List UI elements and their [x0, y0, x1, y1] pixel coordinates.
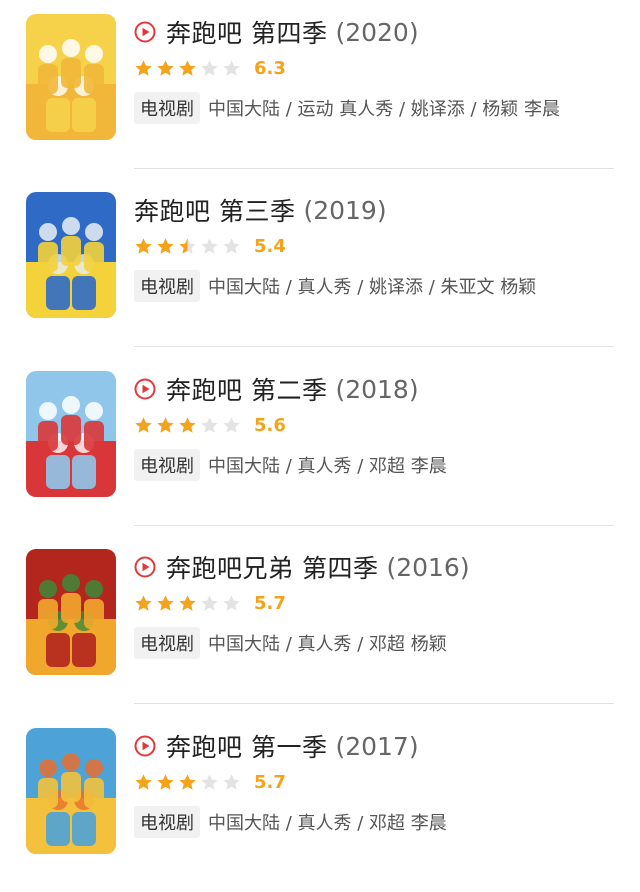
star-icon — [157, 773, 174, 790]
result-year: (2020) — [335, 17, 419, 47]
star-icon — [135, 773, 152, 790]
divider — [134, 346, 614, 347]
star-rating — [134, 416, 244, 435]
poster-image[interactable] — [26, 549, 116, 675]
type-tag: 电视剧 — [134, 806, 200, 838]
play-icon[interactable] — [134, 556, 156, 578]
star-icon — [179, 416, 196, 433]
poster-image[interactable] — [26, 371, 116, 497]
star-icon — [135, 237, 152, 254]
result-year: (2019) — [303, 195, 387, 225]
result-info: 奔跑吧 第四季 (2020) 6.3 电视剧 中国大陆 / 运动 真人秀 / 姚… — [134, 14, 620, 124]
result-info: 奔跑吧 第一季 (2017) 5.7 电视剧 中国大陆 / 真人秀 / 邓超 李… — [134, 728, 620, 838]
type-tag: 电视剧 — [134, 627, 200, 659]
result-info: 奔跑吧 第二季 (2018) 5.6 电视剧 中国大陆 / 真人秀 / 邓超 李… — [134, 371, 620, 481]
result-title[interactable]: 奔跑吧 第一季 — [166, 728, 327, 764]
result-meta: 中国大陆 / 真人秀 / 邓超 杨颖 — [208, 634, 447, 655]
result-item[interactable]: 奔跑吧 第三季 (2019) 5.4 电视剧 中国大陆 / 真人秀 / 姚译添 … — [0, 178, 640, 356]
type-tag: 电视剧 — [134, 92, 200, 124]
star-icon — [223, 416, 240, 433]
play-icon[interactable] — [134, 21, 156, 43]
star-icon — [223, 594, 240, 611]
star-icon — [135, 416, 152, 433]
star-icon — [223, 59, 240, 76]
play-icon[interactable] — [134, 378, 156, 400]
rating-score: 5.7 — [254, 592, 286, 614]
star-icon — [157, 594, 174, 611]
star-icon — [223, 237, 240, 254]
star-icon — [179, 59, 196, 76]
search-result-list: 奔跑吧 第四季 (2020) 6.3 电视剧 中国大陆 / 运动 真人秀 / 姚… — [0, 0, 640, 854]
rating-score: 5.7 — [254, 771, 286, 793]
result-year: (2016) — [386, 552, 470, 582]
result-title[interactable]: 奔跑吧兄弟 第四季 — [166, 549, 378, 585]
star-rating — [134, 59, 244, 78]
result-item[interactable]: 奔跑吧 第二季 (2018) 5.6 电视剧 中国大陆 / 真人秀 / 邓超 李… — [0, 357, 640, 535]
star-icon — [135, 594, 152, 611]
rating-score: 6.3 — [254, 57, 286, 79]
rating-score: 5.4 — [254, 235, 286, 257]
result-item[interactable]: 奔跑吧兄弟 第四季 (2016) 5.7 电视剧 中国大陆 / 真人秀 / 邓超… — [0, 535, 640, 713]
poster-image[interactable] — [26, 728, 116, 854]
play-icon[interactable] — [134, 735, 156, 757]
star-icon — [223, 773, 240, 790]
star-icon — [157, 416, 174, 433]
result-info: 奔跑吧兄弟 第四季 (2016) 5.7 电视剧 中国大陆 / 真人秀 / 邓超… — [134, 549, 620, 659]
star-rating — [134, 237, 244, 256]
divider — [134, 703, 614, 704]
result-meta: 中国大陆 / 真人秀 / 姚译添 / 朱亚文 杨颖 — [208, 277, 537, 298]
result-year: (2017) — [335, 731, 419, 761]
poster-image[interactable] — [26, 14, 116, 140]
divider — [134, 168, 614, 169]
star-icon — [201, 594, 218, 611]
rating-score: 5.6 — [254, 414, 286, 436]
type-tag: 电视剧 — [134, 449, 200, 481]
result-meta: 中国大陆 / 真人秀 / 邓超 李晨 — [208, 813, 447, 834]
star-icon — [201, 237, 218, 254]
star-icon — [179, 237, 196, 254]
star-rating — [134, 594, 244, 613]
star-icon — [157, 237, 174, 254]
star-icon — [135, 59, 152, 76]
star-icon — [201, 59, 218, 76]
type-tag: 电视剧 — [134, 270, 200, 302]
poster-image[interactable] — [26, 192, 116, 318]
result-item[interactable]: 奔跑吧 第四季 (2020) 6.3 电视剧 中国大陆 / 运动 真人秀 / 姚… — [0, 0, 640, 178]
result-title[interactable]: 奔跑吧 第二季 — [166, 371, 327, 407]
star-icon — [201, 773, 218, 790]
result-item[interactable]: 奔跑吧 第一季 (2017) 5.7 电视剧 中国大陆 / 真人秀 / 邓超 李… — [0, 714, 640, 892]
result-meta: 中国大陆 / 运动 真人秀 / 姚译添 / 杨颖 李晨 — [208, 99, 560, 120]
result-year: (2018) — [335, 374, 419, 404]
result-title[interactable]: 奔跑吧 第四季 — [166, 14, 327, 50]
star-rating — [134, 773, 244, 792]
result-info: 奔跑吧 第三季 (2019) 5.4 电视剧 中国大陆 / 真人秀 / 姚译添 … — [134, 192, 620, 302]
divider — [134, 525, 614, 526]
star-icon — [179, 594, 196, 611]
star-icon — [201, 416, 218, 433]
result-meta: 中国大陆 / 真人秀 / 邓超 李晨 — [208, 456, 447, 477]
result-title[interactable]: 奔跑吧 第三季 — [134, 192, 295, 228]
star-icon — [157, 59, 174, 76]
star-icon — [179, 773, 196, 790]
